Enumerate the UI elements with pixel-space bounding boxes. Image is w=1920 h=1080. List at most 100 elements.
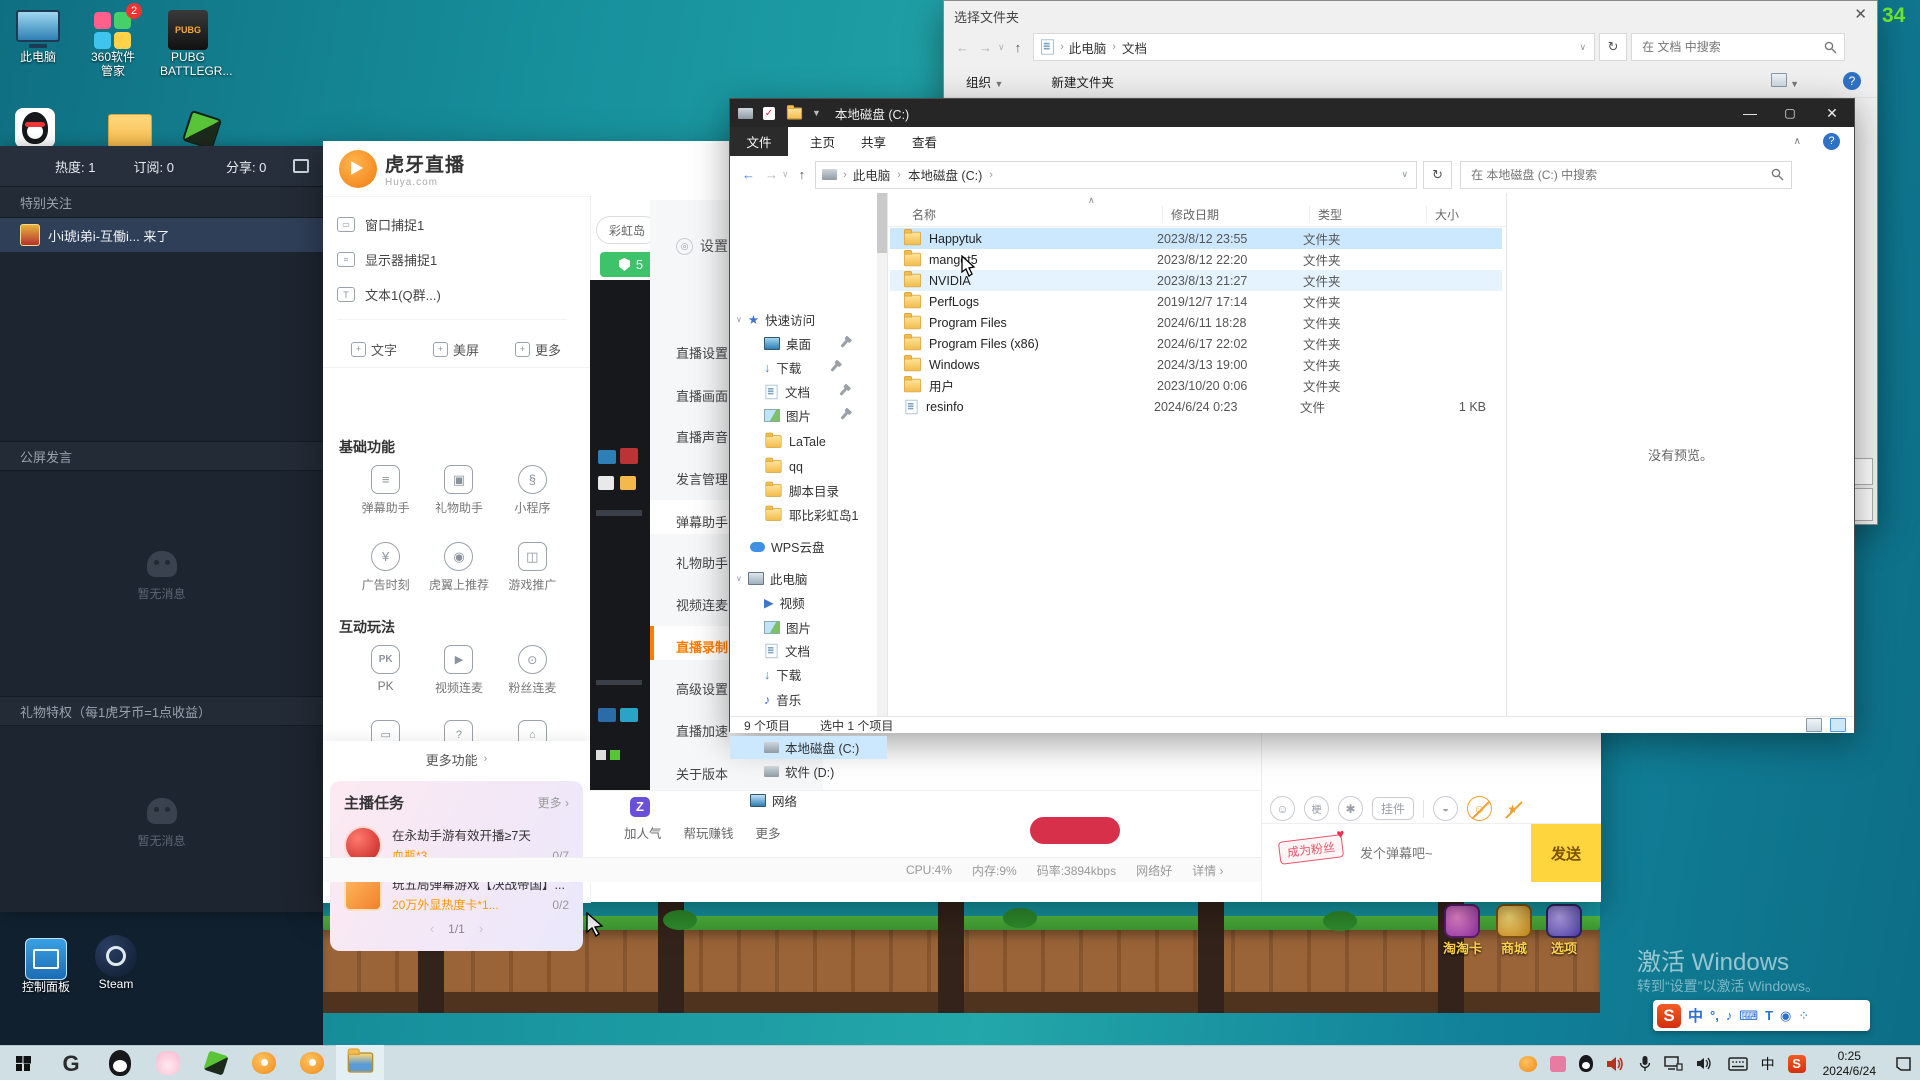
- plugin-button[interactable]: 挂件: [1372, 797, 1414, 820]
- category-tag[interactable]: 彩虹岛: [596, 216, 658, 244]
- properties-check-icon[interactable]: ✓: [763, 107, 775, 120]
- tasks-prev-button[interactable]: ‹: [430, 921, 434, 936]
- feature-huyi-recommend[interactable]: ◉虎翼上推荐: [422, 542, 495, 593]
- taskbar-bunny-app[interactable]: [144, 1045, 192, 1080]
- tray-keyboard-icon[interactable]: [1728, 1057, 1748, 1071]
- desktop-icon-this-pc[interactable]: 此电脑: [12, 10, 64, 64]
- game-button-taotaoka[interactable]: 淘淘卡: [1443, 904, 1482, 957]
- sidebar-downloads[interactable]: ↓下载: [730, 356, 887, 379]
- column-name[interactable]: 名称: [912, 206, 1163, 223]
- qat-dropdown-icon[interactable]: ▼: [812, 108, 821, 118]
- close-icon[interactable]: ✕: [1810, 105, 1854, 122]
- add-beautify-button[interactable]: +美屏: [433, 340, 479, 359]
- menu-danmu-assistant[interactable]: 弹幕助手: [676, 512, 728, 531]
- taskbar-huya-2[interactable]: [288, 1045, 336, 1080]
- file-row[interactable]: Program Files (x86) 2024/6/17 22:02文件夹: [890, 333, 1502, 354]
- sidebar-documents[interactable]: 文档: [730, 380, 887, 403]
- column-date[interactable]: 修改日期: [1171, 206, 1310, 223]
- sidebar-desktop[interactable]: 桌面: [730, 332, 887, 355]
- menu-live-settings[interactable]: 直播设置: [676, 343, 728, 362]
- taskbar-explorer-active[interactable]: [336, 1045, 384, 1080]
- file-row[interactable]: Program Files 2024/6/11 18:28文件夹: [890, 312, 1502, 333]
- column-type[interactable]: 类型: [1318, 206, 1427, 223]
- taskbar-qq[interactable]: [96, 1045, 144, 1080]
- tray-volume-icon[interactable]: [1696, 1056, 1715, 1071]
- breadcrumb-c-drive[interactable]: 本地磁盘 (C:): [908, 165, 982, 184]
- tab-play-earn[interactable]: 帮玩赚钱: [684, 823, 734, 842]
- more-features-button[interactable]: 更多功能›: [323, 741, 590, 777]
- stream-toggle-button[interactable]: [1030, 817, 1120, 844]
- tray-huya-icon[interactable]: [1519, 1056, 1537, 1072]
- refresh-icon[interactable]: ↻: [1599, 33, 1627, 61]
- game-button-shop[interactable]: 商城: [1496, 904, 1532, 957]
- details-view-icon[interactable]: [1806, 718, 1822, 732]
- sidebar-music[interactable]: ♪音乐: [730, 688, 887, 711]
- desktop-icon-360[interactable]: 2 360软件管家: [85, 10, 141, 78]
- menu-speech-management[interactable]: 发言管理: [676, 469, 728, 488]
- breadcrumb-documents[interactable]: 文档: [1122, 38, 1147, 57]
- file-row[interactable]: resinfo 2024/6/24 0:23文件1 KB: [890, 396, 1502, 417]
- tab-view[interactable]: 查看: [912, 132, 937, 151]
- tab-file[interactable]: 文件: [730, 127, 788, 156]
- tray-qq-icon[interactable]: [1579, 1055, 1593, 1072]
- file-row[interactable]: Happytuk 2023/8/12 23:55文件夹: [890, 228, 1502, 249]
- feature-mini-program[interactable]: §小程序: [496, 465, 569, 516]
- star-disabled-icon[interactable]: ★: [1501, 797, 1524, 820]
- tray-mic-icon[interactable]: [1639, 1055, 1651, 1072]
- sidebar-pictures[interactable]: 图片: [730, 404, 887, 427]
- sidebar-c-drive-selected[interactable]: 本地磁盘 (C:): [730, 736, 887, 759]
- tray-sogou-icon[interactable]: S: [1788, 1055, 1806, 1073]
- sogou-input-bar[interactable]: S 中 °, ♪ ⌨ T ◉ ⁘: [1653, 1000, 1870, 1031]
- menu-video-link[interactable]: 视频连麦: [676, 595, 728, 614]
- taskbar-ghub[interactable]: G: [46, 1046, 96, 1080]
- up-icon[interactable]: ↑: [799, 167, 806, 182]
- up-icon[interactable]: ↑: [1015, 40, 1022, 55]
- feature-ad-moment[interactable]: ¥广告时刻: [349, 542, 422, 593]
- send-button[interactable]: 发送: [1531, 824, 1601, 882]
- dialog-search-input[interactable]: [1640, 39, 1814, 55]
- menu-live-recording-selected[interactable]: 直播录制: [676, 637, 728, 656]
- organize-button[interactable]: 组织 ▼: [966, 72, 1003, 91]
- sogou-punct-icon[interactable]: °,: [1710, 1008, 1719, 1023]
- sidebar-qq[interactable]: qq: [730, 455, 887, 478]
- help-icon[interactable]: ?: [1843, 72, 1861, 90]
- detail-link[interactable]: 详情 ›: [1192, 862, 1223, 879]
- sogou-grid-icon[interactable]: ⁘: [1798, 1008, 1809, 1024]
- sidebar-network[interactable]: 网络: [730, 789, 887, 812]
- sidebar-videos[interactable]: ▶视频: [730, 591, 887, 614]
- menu-gift-assistant[interactable]: 礼物助手: [676, 553, 728, 572]
- large-icons-view-icon[interactable]: [1830, 718, 1846, 732]
- desktop-icon-steam[interactable]: Steam: [88, 935, 144, 991]
- tab-home[interactable]: 主页: [810, 132, 835, 151]
- game-button-options[interactable]: 选项: [1546, 904, 1582, 957]
- minimize-icon[interactable]: —: [1730, 105, 1770, 121]
- tasks-next-button[interactable]: ›: [479, 921, 483, 936]
- feature-danmu-assistant[interactable]: ≡弹幕助手: [349, 465, 422, 516]
- dialog-breadcrumb[interactable]: › 此电脑 › 文档 ∨: [1033, 33, 1595, 61]
- new-folder-button[interactable]: 新建文件夹: [1051, 72, 1114, 91]
- sidebar-downloads-2[interactable]: ↓下载: [730, 663, 887, 686]
- breadcrumb-this-pc[interactable]: 此电脑: [1069, 38, 1107, 57]
- recent-dropdown-icon[interactable]: ∨: [782, 169, 789, 180]
- tray-loud-speaker-icon[interactable]: [1606, 1056, 1626, 1072]
- dialog-search-box[interactable]: [1631, 33, 1845, 61]
- sogou-mic-icon[interactable]: ♪: [1726, 1008, 1733, 1023]
- breadcrumb-this-pc[interactable]: 此电脑: [853, 165, 891, 184]
- explorer-search-box[interactable]: [1460, 161, 1792, 189]
- dialog-close-icon[interactable]: ✕: [1854, 5, 1867, 23]
- source-item-window-capture[interactable]: ▭ 窗口捕捉1: [337, 215, 424, 234]
- menu-about-version[interactable]: 关于版本: [676, 764, 728, 783]
- menu-advanced-settings[interactable]: 高级设置: [676, 679, 728, 698]
- column-size[interactable]: 大小: [1435, 206, 1459, 223]
- lock-icon[interactable]: [293, 159, 309, 173]
- palette-icon[interactable]: ✱: [1338, 796, 1363, 821]
- notification-center-icon[interactable]: [1895, 1056, 1912, 1072]
- tray-paw-icon[interactable]: [1550, 1056, 1566, 1072]
- back-icon[interactable]: ←: [742, 167, 755, 182]
- source-item-text[interactable]: T 文本1(Q群...): [337, 285, 441, 304]
- explorer-search-input[interactable]: [1469, 167, 1753, 183]
- explorer-title-bar[interactable]: ✓ ▼ 本地磁盘 (C:) — ▢ ✕: [730, 99, 1854, 127]
- desktop-icon-control-panel[interactable]: 控制面板: [18, 938, 74, 994]
- tasks-more-link[interactable]: 更多 ›: [538, 794, 569, 811]
- new-folder-qat-icon[interactable]: [787, 107, 802, 119]
